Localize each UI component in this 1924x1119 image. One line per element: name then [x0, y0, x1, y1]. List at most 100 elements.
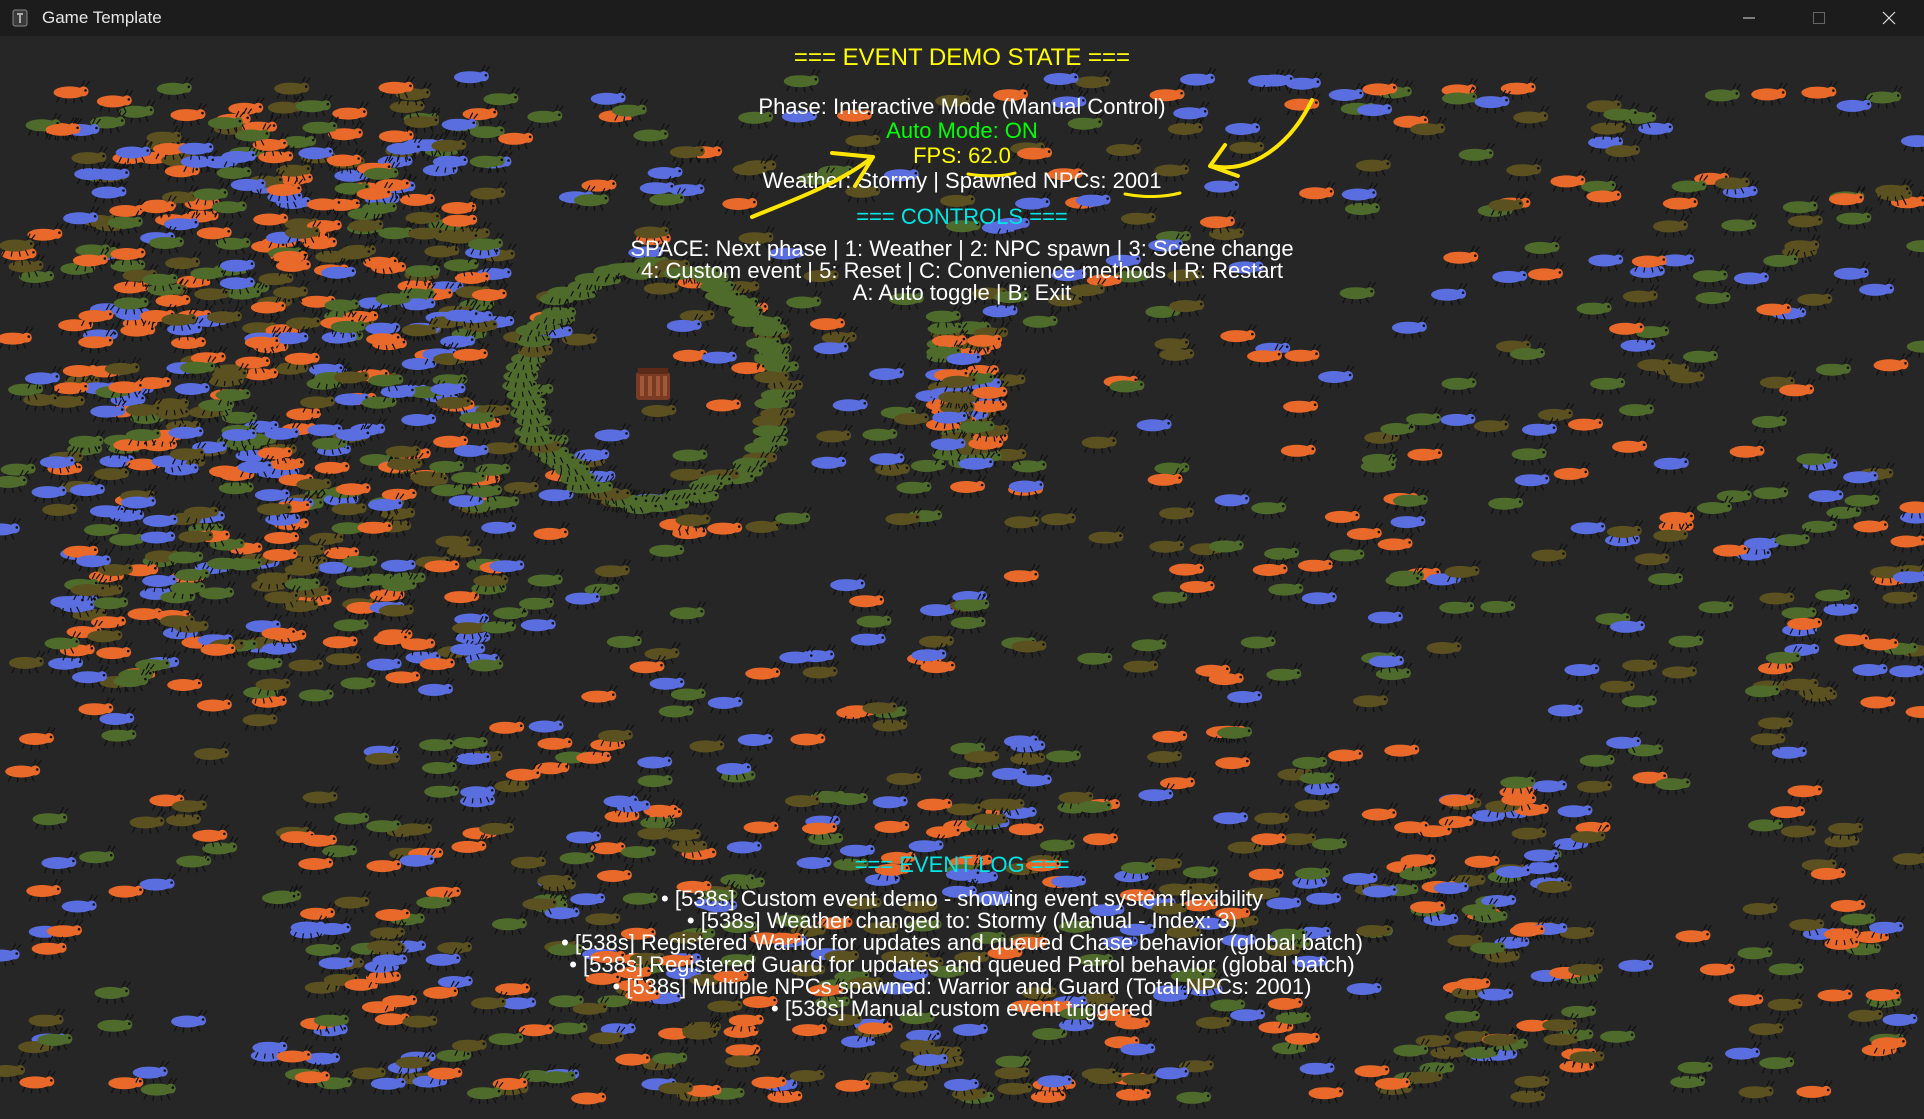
npc-sprite	[1280, 438, 1318, 462]
npc-sprite	[1899, 501, 1924, 519]
npc-sprite	[19, 1070, 56, 1094]
npc-sprite	[707, 516, 744, 540]
npc-sprite	[1906, 340, 1924, 358]
close-button[interactable]	[1854, 0, 1924, 36]
npc-sprite	[1579, 748, 1617, 772]
npc-sprite	[1180, 67, 1217, 91]
npc-sprite	[1353, 688, 1390, 713]
npc-sprite	[689, 734, 726, 758]
npc-sprite	[247, 651, 284, 675]
npc-sprite	[1426, 635, 1463, 660]
npc-sprite	[0, 517, 22, 541]
npc-sprite	[1873, 353, 1910, 377]
event-log-entry: • [538s] Weather changed to: Stormy (Man…	[686, 908, 1238, 933]
npc-sprite	[1770, 799, 1807, 824]
npc-sprite	[1251, 495, 1288, 520]
npc-sprite	[1590, 371, 1627, 395]
npc-sprite	[1022, 309, 1060, 333]
npc-sprite	[533, 521, 570, 545]
npc-sprite	[174, 376, 212, 401]
npc-sprite	[1391, 315, 1429, 339]
npc-sprite	[1683, 344, 1720, 368]
npc-sprite	[336, 569, 373, 593]
npc-sprite	[1808, 483, 1845, 508]
npc-sprite	[1553, 461, 1591, 485]
npc-sprite	[1577, 774, 1614, 798]
npc-sprite	[333, 613, 370, 637]
npc-sprite	[1159, 501, 1196, 525]
controls-line: A: Auto toggle | B: Exit	[852, 280, 1072, 305]
title-bar[interactable]: Game Template	[0, 0, 1924, 36]
npc-sprite	[658, 699, 696, 723]
npc-sprite	[537, 731, 574, 755]
npc-sprite	[1324, 504, 1362, 528]
npc-sprite	[1729, 439, 1767, 463]
npc-sprite	[885, 506, 922, 531]
npc-sprite	[952, 1017, 990, 1041]
npc-sprite	[1853, 514, 1890, 538]
npc-sprite	[606, 629, 644, 653]
npc-sprite	[1176, 1085, 1213, 1109]
npc-sprite	[1346, 521, 1384, 546]
npc-sprite	[1738, 1080, 1776, 1104]
npc-sprite	[483, 436, 521, 460]
npc-sprite	[1123, 654, 1160, 678]
npc-sprite	[1834, 627, 1871, 652]
npc-sprite	[419, 732, 456, 757]
npc-sprite	[452, 730, 490, 755]
npc-sprite	[1361, 802, 1399, 826]
npc-sprite	[520, 612, 558, 637]
npc-sprite	[1780, 819, 1818, 843]
npc-sprite	[1384, 738, 1421, 762]
event-log-entry: • [538s] Manual custom event triggered	[771, 996, 1153, 1021]
npc-sprite	[1599, 674, 1637, 698]
npc-sprite	[1213, 805, 1250, 830]
npc-sprite	[810, 311, 847, 336]
event-log-entry: • [538s] Multiple NPCs spawned: Warrior …	[612, 974, 1312, 999]
npc-sprite	[1612, 434, 1649, 458]
npc-sprite	[816, 424, 853, 448]
npc-sprite	[1312, 831, 1349, 856]
npc-sprite	[1252, 557, 1290, 582]
game-canvas[interactable]: === EVENT DEMO STATE === Phase: Interact…	[0, 36, 1924, 1119]
npc-sprite	[1214, 488, 1251, 512]
npc-sprite	[298, 683, 336, 707]
npc-sprite	[1045, 744, 1083, 768]
npc-sprite	[1568, 412, 1605, 436]
npc-sprite	[1440, 407, 1477, 431]
npc-sprite	[893, 1074, 930, 1098]
npc-sprite	[886, 766, 923, 790]
npc-sprite	[920, 597, 957, 622]
npc-sprite	[849, 588, 886, 613]
npc-sprite	[790, 727, 827, 751]
npc-sprite	[31, 479, 69, 504]
npc-sprite	[1557, 799, 1594, 823]
npc-sprite	[1488, 491, 1525, 515]
npc-sprite	[1041, 507, 1078, 531]
npc-sprite	[1905, 706, 1924, 724]
npc-sprite	[1511, 821, 1549, 845]
npc-sprite	[1661, 660, 1699, 684]
npc-sprite	[1648, 566, 1685, 591]
npc-sprite	[1698, 595, 1735, 619]
maximize-button[interactable]	[1784, 0, 1854, 36]
npc-sprite	[1169, 557, 1206, 581]
npc-sprite	[1622, 653, 1659, 677]
npc-sprite	[1531, 543, 1568, 567]
npc-sprite	[1753, 480, 1790, 505]
npc-sprite	[401, 407, 438, 432]
npc-sprite	[1668, 629, 1706, 653]
npc-sprite	[489, 715, 526, 739]
event-log-entry: • [538s] Custom event demo - showing eve…	[661, 886, 1263, 911]
npc-sprite	[5, 759, 42, 783]
npc-sprite	[1815, 583, 1852, 607]
npc-sprite	[1670, 1069, 1707, 1094]
npc-sprite	[1318, 364, 1355, 389]
npc-sprite	[811, 450, 848, 474]
npc-sprite	[1075, 69, 1112, 94]
minimize-button[interactable]	[1714, 0, 1784, 36]
npc-sprite	[1116, 1082, 1153, 1106]
npc-sprite	[196, 693, 234, 717]
npc-sprite	[802, 660, 840, 684]
npc-sprite	[322, 629, 360, 654]
